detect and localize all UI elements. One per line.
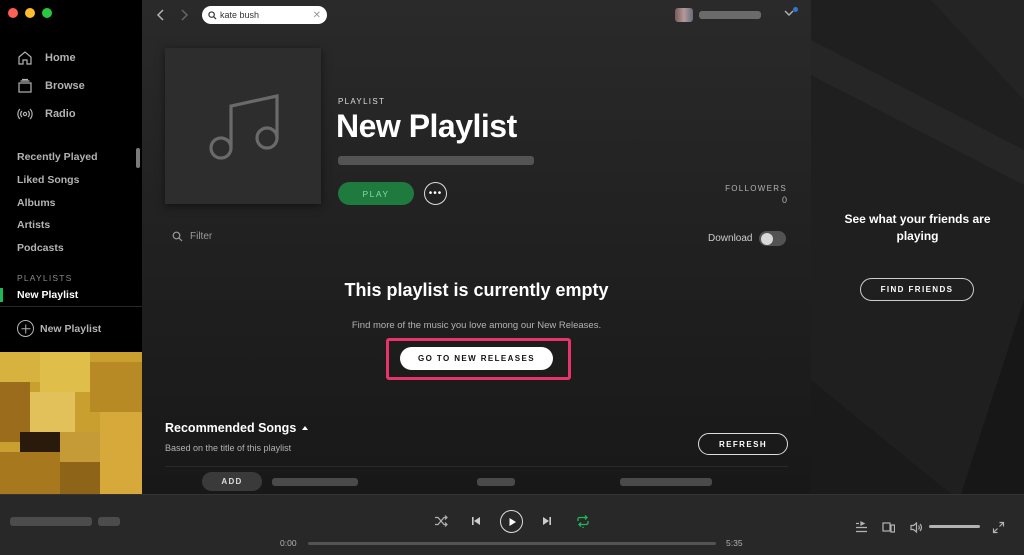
nav-item-radio[interactable]: Radio	[17, 100, 85, 128]
go-to-new-releases-button[interactable]: GO TO NEW RELEASES	[400, 347, 553, 370]
forward-arrow-icon[interactable]	[177, 8, 191, 22]
nav-item-label: Home	[45, 52, 76, 64]
divider	[0, 306, 142, 307]
sidebar-scrollbar[interactable]	[136, 148, 140, 168]
playlists-heading: PLAYLISTS	[17, 273, 73, 283]
next-track-icon[interactable]	[540, 514, 554, 528]
more-options-button[interactable]: •••	[424, 182, 447, 205]
sidebar-item-new-playlist[interactable]: New Playlist	[17, 289, 78, 301]
song-album-obscured	[620, 478, 712, 486]
music-note-icon	[209, 94, 279, 160]
nav-item-home[interactable]: Home	[17, 44, 85, 72]
play-pause-button[interactable]	[500, 510, 523, 533]
playlist-cover[interactable]	[165, 48, 321, 204]
minimize-window-button[interactable]	[25, 8, 35, 18]
page-title: New Playlist	[336, 108, 517, 144]
refresh-button[interactable]: REFRESH	[698, 433, 788, 455]
clear-icon[interactable]: ✕	[313, 10, 321, 21]
library-item-albums[interactable]: Albums	[17, 191, 98, 214]
volume-slider[interactable]	[929, 525, 980, 528]
search-icon	[172, 231, 183, 242]
avatar	[675, 8, 693, 22]
playlist-meta-obscured	[338, 156, 534, 165]
download-label: Download	[708, 233, 753, 244]
volume-icon[interactable]	[910, 521, 923, 534]
nav-item-browse[interactable]: Browse	[17, 72, 85, 100]
library-item-recently-played[interactable]: Recently Played	[17, 146, 98, 169]
window-controls	[8, 8, 52, 18]
radio-icon	[17, 108, 33, 120]
nav-item-label: Radio	[45, 108, 76, 120]
elapsed-time: 0:00	[280, 538, 297, 548]
caret-up-icon	[302, 426, 309, 430]
recommended-songs-subtitle: Based on the title of this playlist	[165, 443, 292, 453]
library-item-podcasts[interactable]: Podcasts	[17, 237, 98, 260]
browse-icon	[18, 78, 32, 93]
fullscreen-icon[interactable]	[992, 521, 1005, 534]
now-playing-title-obscured	[10, 517, 92, 526]
friends-message: See what your friends are playing	[844, 212, 991, 243]
playlist-type-label: PLAYLIST	[338, 97, 386, 106]
recommended-songs-heading[interactable]: Recommended Songs	[165, 421, 309, 435]
new-playlist-label: New Playlist	[40, 322, 102, 335]
background-pattern	[811, 0, 1024, 494]
user-menu[interactable]	[675, 8, 761, 22]
library-item-artists[interactable]: Artists	[17, 214, 98, 237]
song-title-obscured	[272, 478, 358, 486]
followers-label: FOLLOWERS	[725, 184, 787, 193]
recommended-songs-title: Recommended Songs	[165, 421, 297, 435]
empty-state-title: This playlist is currently empty	[344, 280, 609, 300]
sidebar: Home Browse Radio Recently Played Liked …	[0, 0, 142, 494]
download-control: Download	[708, 231, 787, 246]
zoom-window-button[interactable]	[42, 8, 52, 18]
search-box[interactable]: ✕	[202, 6, 327, 24]
notification-dot	[793, 7, 798, 12]
back-arrow-icon[interactable]	[154, 8, 168, 22]
friend-activity-panel: See what your friends are playing FIND F…	[811, 0, 1024, 494]
user-name-obscured	[699, 11, 761, 19]
progress-bar[interactable]	[308, 542, 716, 545]
new-playlist-button[interactable]: New Playlist	[17, 320, 101, 337]
home-icon	[18, 51, 32, 65]
play-icon	[509, 517, 516, 526]
shuffle-icon[interactable]	[434, 514, 448, 528]
find-friends-button[interactable]: FIND FRIENDS	[860, 278, 974, 301]
player-bar: 0:00 5:35	[0, 494, 1024, 555]
divider	[165, 466, 788, 467]
filter-field[interactable]: Filter	[172, 231, 212, 242]
active-indicator	[0, 288, 3, 302]
close-window-button[interactable]	[8, 8, 18, 18]
add-song-button[interactable]: ADD	[202, 472, 262, 491]
play-button[interactable]: PLAY	[338, 182, 414, 205]
main-content: ✕ PLAYLIST New Playlist PLAY ••• FOLLOWE…	[142, 0, 811, 494]
download-toggle[interactable]	[759, 231, 787, 246]
previous-track-icon[interactable]	[469, 514, 483, 528]
followers-count: 0	[781, 195, 787, 205]
repeat-icon[interactable]	[576, 514, 590, 528]
track-duration: 5:35	[726, 538, 743, 548]
queue-icon[interactable]	[855, 521, 868, 534]
library-item-liked-songs[interactable]: Liked Songs	[17, 169, 98, 192]
now-playing-cover-art[interactable]	[0, 352, 142, 494]
search-input[interactable]	[220, 10, 304, 20]
devices-icon[interactable]	[882, 521, 895, 534]
main-nav: Home Browse Radio	[17, 44, 85, 128]
plus-icon	[17, 320, 34, 337]
song-artist-obscured	[477, 478, 515, 486]
filter-placeholder: Filter	[190, 231, 213, 242]
empty-state-subtitle: Find more of the music you love among ou…	[351, 320, 602, 331]
library-list: Recently Played Liked Songs Albums Artis…	[17, 146, 98, 259]
search-icon	[208, 10, 217, 20]
like-control-obscured	[98, 517, 120, 526]
top-bar: ✕	[142, 0, 811, 30]
nav-item-label: Browse	[45, 80, 85, 92]
